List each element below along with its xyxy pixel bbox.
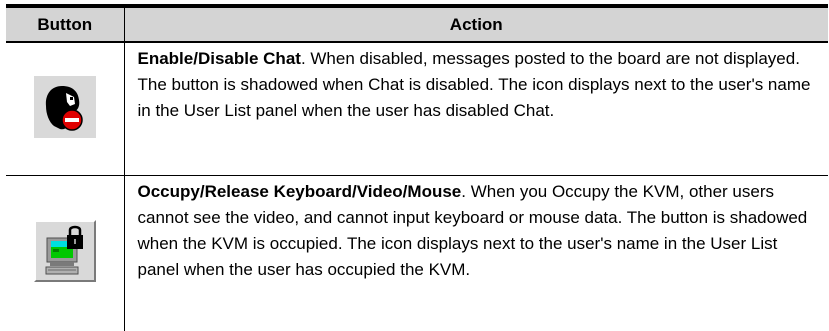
header-button: Button [6,6,124,42]
header-action: Action [124,6,828,42]
row-title: Enable/Disable Chat [138,49,301,68]
table-header-row: Button Action [6,6,828,42]
occupy-kvm-computer-lock-icon [34,220,96,282]
row-description: Enable/Disable Chat. When disabled, mess… [124,42,828,176]
row-title: Occupy/Release Keyboard/Video/Mouse [138,182,462,201]
chat-disabled-face-icon [34,76,96,138]
table-row: Occupy/Release Keyboard/Video/Mouse. Whe… [6,176,828,331]
button-action-table: Button Action [6,4,828,331]
icon-cell [6,176,124,331]
icon-cell [6,42,124,176]
table-row: Enable/Disable Chat. When disabled, mess… [6,42,828,176]
row-description: Occupy/Release Keyboard/Video/Mouse. Whe… [124,176,828,331]
